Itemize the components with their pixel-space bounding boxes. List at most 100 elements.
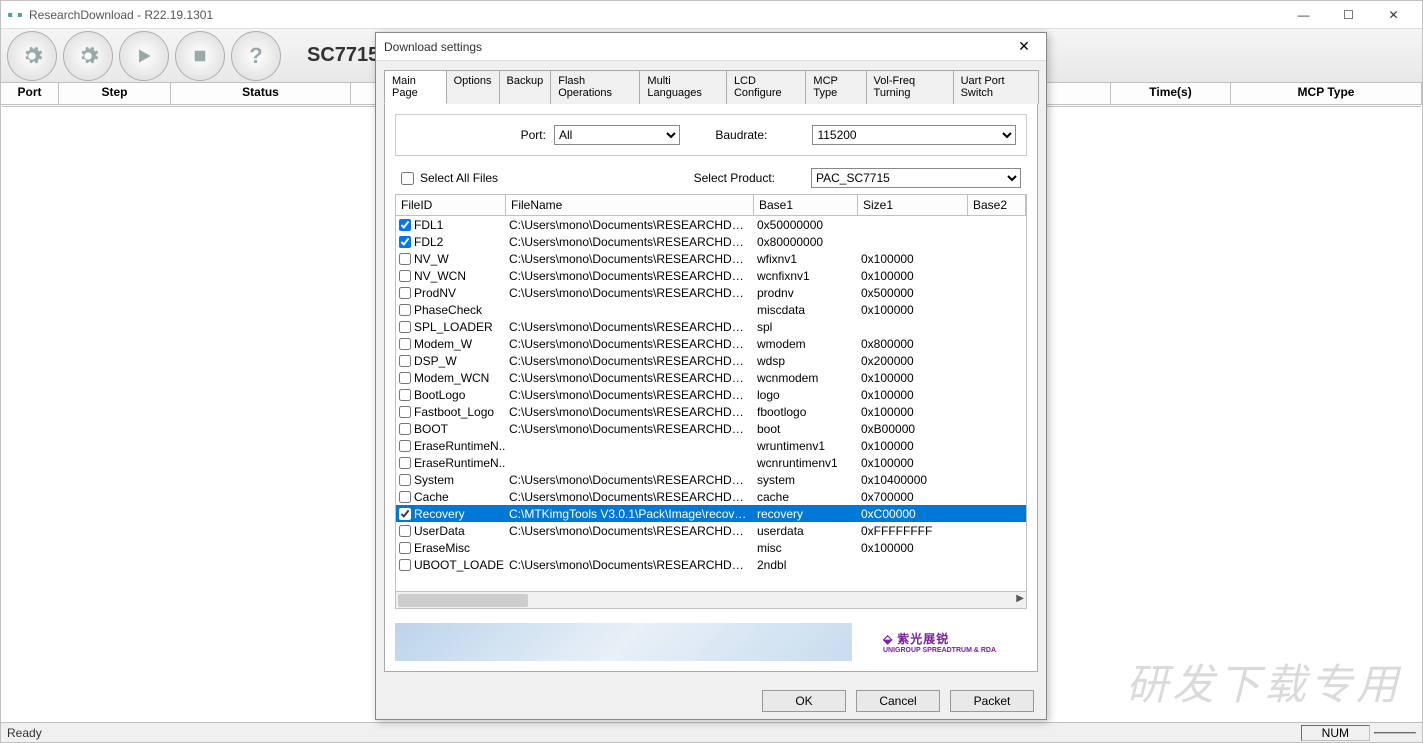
table-row[interactable]: BootLogoC:\Users\mono\Documents\RESEARCH…	[396, 386, 1026, 403]
file-name: C:\Users\mono\Documents\RESEARCHDOW...	[506, 286, 754, 300]
row-checkbox[interactable]	[399, 423, 411, 435]
table-row[interactable]: CacheC:\Users\mono\Documents\RESEARCHDOW…	[396, 488, 1026, 505]
start-button[interactable]	[119, 31, 169, 81]
row-checkbox[interactable]	[399, 474, 411, 486]
stop-button[interactable]	[175, 31, 225, 81]
row-checkbox[interactable]	[399, 559, 411, 571]
row-checkbox[interactable]	[399, 355, 411, 367]
row-checkbox[interactable]	[399, 440, 411, 452]
file-name: C:\Users\mono\Documents\RESEARCHDOW...	[506, 490, 754, 504]
h-scroll-thumb[interactable]	[398, 594, 528, 607]
th-filename[interactable]: FileName	[506, 195, 754, 215]
file-base1: wfixnv1	[754, 252, 858, 266]
file-name: C:\Users\mono\Documents\RESEARCHDOW...	[506, 320, 754, 334]
row-checkbox[interactable]	[399, 389, 411, 401]
file-table-body[interactable]: FDL1C:\Users\mono\Documents\RESEARCHDOW.…	[396, 216, 1026, 591]
table-row[interactable]: FDL1C:\Users\mono\Documents\RESEARCHDOW.…	[396, 216, 1026, 233]
tab-options[interactable]: Options	[446, 70, 500, 104]
table-row[interactable]: EraseRuntimeN...wcnruntimenv10x100000	[396, 454, 1026, 471]
tab-vol-freq-turning[interactable]: Vol-Freq Turning	[866, 70, 954, 104]
row-checkbox[interactable]	[399, 372, 411, 384]
row-checkbox[interactable]	[399, 236, 411, 248]
file-size1: 0x500000	[858, 286, 968, 300]
table-row[interactable]: RecoveryC:\MTKimgTools V3.0.1\Pack\Image…	[396, 505, 1026, 522]
close-button[interactable]: ✕	[1371, 1, 1416, 29]
table-row[interactable]: Modem_WC:\Users\mono\Documents\RESEARCHD…	[396, 335, 1026, 352]
table-row[interactable]: UBOOT_LOADERC:\Users\mono\Documents\RESE…	[396, 556, 1026, 573]
row-checkbox[interactable]	[399, 406, 411, 418]
table-row[interactable]: SystemC:\Users\mono\Documents\RESEARCHDO…	[396, 471, 1026, 488]
packet-button[interactable]: Packet	[950, 690, 1034, 712]
file-size1: 0xB00000	[858, 422, 968, 436]
th-base1[interactable]: Base1	[754, 195, 858, 215]
col-status[interactable]: Status	[171, 83, 351, 104]
file-name: C:\Users\mono\Documents\RESEARCHDOW...	[506, 558, 754, 572]
port-select[interactable]: All	[554, 125, 680, 145]
table-row[interactable]: UserDataC:\Users\mono\Documents\RESEARCH…	[396, 522, 1026, 539]
row-checkbox[interactable]	[399, 321, 411, 333]
baudrate-select[interactable]: 115200	[812, 125, 1016, 145]
col-step[interactable]: Step	[59, 83, 171, 104]
help-button[interactable]: ?	[231, 31, 281, 81]
select-all-checkbox[interactable]	[401, 172, 414, 185]
dialog-close-button[interactable]: ✕	[1010, 35, 1038, 59]
row-checkbox[interactable]	[399, 270, 411, 282]
tab-mcp-type[interactable]: MCP Type	[805, 70, 866, 104]
table-row[interactable]: Modem_WCNC:\Users\mono\Documents\RESEARC…	[396, 369, 1026, 386]
row-checkbox[interactable]	[399, 304, 411, 316]
col-port[interactable]: Port	[1, 83, 59, 104]
th-size1[interactable]: Size1	[858, 195, 968, 215]
file-id: PhaseCheck	[414, 303, 482, 317]
row-checkbox[interactable]	[399, 287, 411, 299]
col-mcp[interactable]: MCP Type	[1231, 83, 1422, 104]
tab-multi-languages[interactable]: Multi Languages	[639, 70, 727, 104]
file-id: BootLogo	[414, 388, 465, 402]
table-row[interactable]: NV_WCNC:\Users\mono\Documents\RESEARCHDO…	[396, 267, 1026, 284]
maximize-button[interactable]: ☐	[1326, 1, 1371, 29]
tab-uart-port-switch[interactable]: Uart Port Switch	[953, 70, 1039, 104]
table-row[interactable]: ProdNVC:\Users\mono\Documents\RESEARCHDO…	[396, 284, 1026, 301]
table-row[interactable]: FDL2C:\Users\mono\Documents\RESEARCHDOW.…	[396, 233, 1026, 250]
cancel-button[interactable]: Cancel	[856, 690, 940, 712]
table-row[interactable]: BOOTC:\Users\mono\Documents\RESEARCHDOW.…	[396, 420, 1026, 437]
row-checkbox[interactable]	[399, 525, 411, 537]
file-name: C:\Users\mono\Documents\RESEARCHDOW...	[506, 218, 754, 232]
table-row[interactable]: DSP_WC:\Users\mono\Documents\RESEARCHDOW…	[396, 352, 1026, 369]
row-checkbox[interactable]	[399, 253, 411, 265]
table-row[interactable]: EraseRuntimeN...wruntimenv10x100000	[396, 437, 1026, 454]
file-id: UserData	[414, 524, 465, 538]
row-checkbox[interactable]	[399, 457, 411, 469]
settings-button[interactable]	[7, 31, 57, 81]
row-checkbox[interactable]	[399, 491, 411, 503]
minimize-button[interactable]: —	[1281, 1, 1326, 29]
file-base1: misc	[754, 541, 858, 555]
ok-button[interactable]: OK	[762, 690, 846, 712]
table-row[interactable]: SPL_LOADERC:\Users\mono\Documents\RESEAR…	[396, 318, 1026, 335]
table-row[interactable]: EraseMisc misc0x100000	[396, 539, 1026, 556]
table-row[interactable]: PhaseCheckmiscdata0x100000	[396, 301, 1026, 318]
tab-main-page[interactable]: Main Page	[384, 70, 447, 104]
settings2-button[interactable]	[63, 31, 113, 81]
file-table: FileID FileName Base1 Size1 Base2 FDL1C:…	[395, 194, 1027, 609]
row-checkbox[interactable]	[399, 508, 411, 520]
table-row[interactable]: Fastboot_LogoC:\Users\mono\Documents\RES…	[396, 403, 1026, 420]
h-scrollbar[interactable]: ◀ ▶	[396, 591, 1026, 608]
tab-backup[interactable]: Backup	[499, 70, 552, 104]
file-id: NV_WCN	[414, 269, 466, 283]
row-checkbox[interactable]	[399, 542, 411, 554]
file-id: Modem_WCN	[414, 371, 489, 385]
file-base1: 0x50000000	[754, 218, 858, 232]
file-base1: boot	[754, 422, 858, 436]
table-row[interactable]: NV_WC:\Users\mono\Documents\RESEARCHDOW.…	[396, 250, 1026, 267]
row-checkbox[interactable]	[399, 338, 411, 350]
tab-lcd-configure[interactable]: LCD Configure	[726, 70, 806, 104]
file-size1: 0x100000	[858, 541, 968, 555]
tab-flash-operations[interactable]: Flash Operations	[550, 70, 640, 104]
th-base2[interactable]: Base2	[968, 195, 1026, 215]
product-select[interactable]: PAC_SC7715	[811, 168, 1021, 188]
file-size1: 0x100000	[858, 388, 968, 402]
file-id: EraseMisc	[414, 541, 470, 555]
col-time[interactable]: Time(s)	[1111, 83, 1231, 104]
th-fileid[interactable]: FileID	[396, 195, 506, 215]
row-checkbox[interactable]	[399, 219, 411, 231]
